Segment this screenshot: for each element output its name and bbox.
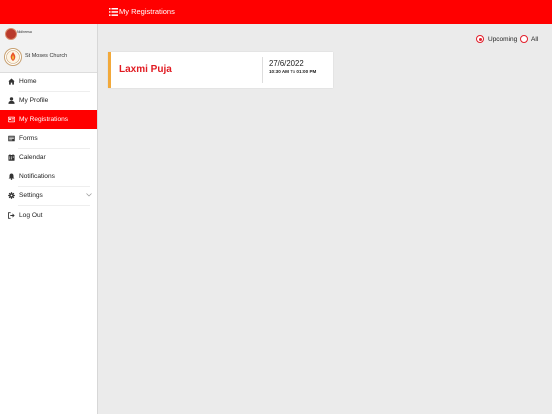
divider xyxy=(262,57,263,83)
registration-card[interactable]: Laxmi Puja 27/6/2022 10:30 AM To 01:00 P… xyxy=(108,52,333,88)
bell-icon xyxy=(8,173,15,180)
sidebar-item-label: Log Out xyxy=(19,212,43,219)
to-label: To xyxy=(290,69,296,74)
all-label[interactable]: All xyxy=(531,35,538,44)
start-time: 10:30 AM xyxy=(269,69,289,74)
church-logo-icon xyxy=(4,48,22,66)
sidebar-item-log-out[interactable]: Log Out xyxy=(0,206,97,225)
registration-card-icon xyxy=(8,116,15,123)
event-date: 27/6/2022 xyxy=(269,59,304,68)
logout-icon xyxy=(8,212,15,219)
sidebar-item-label: Settings xyxy=(19,192,43,199)
sidebar-item-label: My Registrations xyxy=(19,116,69,123)
sidebar-profile-header: Nidheesa St Moses Church xyxy=(0,24,97,73)
calendar-icon xyxy=(8,154,15,161)
user-icon xyxy=(8,97,15,104)
church-name: St Moses Church xyxy=(25,53,68,59)
sidebar-item-home[interactable]: Home xyxy=(0,72,97,91)
page-title: My Registrations xyxy=(119,7,175,16)
all-radio[interactable] xyxy=(520,35,528,43)
list-menu-icon[interactable] xyxy=(109,8,118,16)
event-time: 10:30 AM To 01:00 PM xyxy=(269,69,316,75)
form-icon xyxy=(8,135,15,142)
user-name: Nidheesa xyxy=(17,30,32,34)
sidebar-item-calendar[interactable]: Calendar xyxy=(0,148,97,167)
top-app-bar: My Registrations xyxy=(0,0,552,24)
sidebar-item-label: Forms xyxy=(19,135,38,142)
sidebar-item-notifications[interactable]: Notifications xyxy=(0,167,97,186)
home-icon xyxy=(8,78,15,85)
sidebar-item-forms[interactable]: Forms xyxy=(0,129,97,148)
sidebar-item-my-profile[interactable]: My Profile xyxy=(0,91,97,110)
sidebar-item-label: Calendar xyxy=(19,154,46,161)
registration-filter: Upcoming All xyxy=(476,34,546,46)
chevron-down-icon[interactable] xyxy=(86,193,92,197)
sidebar: Nidheesa St Moses Church Home My Profile xyxy=(0,24,98,414)
end-time: 01:00 PM xyxy=(296,69,317,74)
sidebar-item-label: My Profile xyxy=(19,97,49,104)
sidebar-item-settings[interactable]: Settings xyxy=(0,186,97,205)
avatar[interactable] xyxy=(5,28,17,40)
sidebar-item-label: Notifications xyxy=(19,173,55,180)
sidebar-item-my-registrations[interactable]: My Registrations xyxy=(0,110,97,129)
sidebar-item-label: Home xyxy=(19,78,37,85)
gear-icon xyxy=(8,192,15,199)
upcoming-radio[interactable] xyxy=(476,35,484,43)
event-name: Laxmi Puja xyxy=(119,64,172,75)
upcoming-label[interactable]: Upcoming xyxy=(488,35,517,44)
